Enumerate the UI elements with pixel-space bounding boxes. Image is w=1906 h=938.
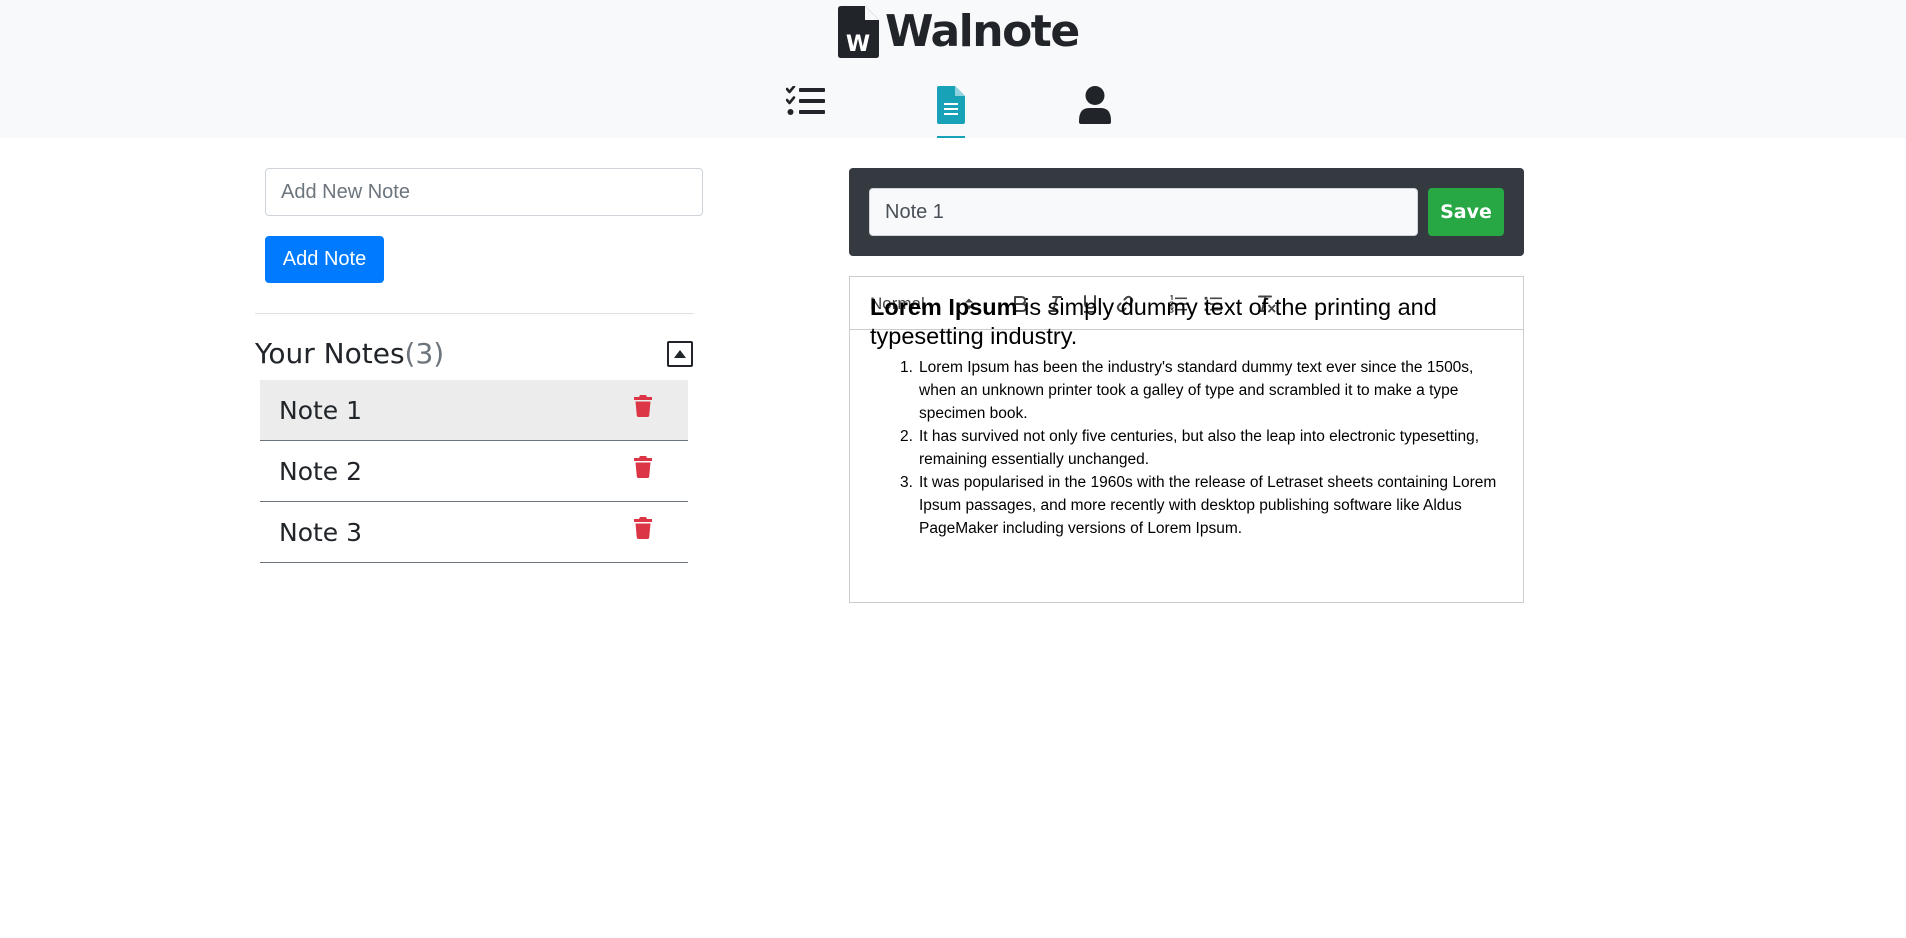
list-item-number: 3. <box>900 474 913 491</box>
list-item-text: It was popularised in the 1960s with the… <box>919 474 1497 537</box>
content-list-item: 3. It was popularised in the 1960s with t… <box>870 471 1505 540</box>
new-note-input[interactable] <box>265 168 703 216</box>
note-title: Note 1 <box>279 395 363 425</box>
notes-list: Note 1 Note 2 Note 3 <box>260 380 688 563</box>
editor-content[interactable]: Lorem Ipsum is simply dummy text of the … <box>870 293 1505 540</box>
delete-note-button[interactable] <box>634 456 652 478</box>
content-lead-paragraph: Lorem Ipsum is simply dummy text of the … <box>870 293 1505 351</box>
content-ordered-list: 1. Lorem Ipsum has been the industry's s… <box>870 356 1505 540</box>
note-list-item[interactable]: Note 1 <box>260 380 688 441</box>
rich-text-editor: Normal Lorem Ipsum is simply dummy text … <box>849 276 1524 603</box>
nav-tasks[interactable] <box>786 86 826 138</box>
divider <box>255 313 694 314</box>
walnote-logo-icon: W <box>838 6 879 58</box>
content-lead-bold: Lorem Ipsum <box>870 294 1018 320</box>
notes-heading-label: Your Notes <box>255 337 405 370</box>
notes-heading: Your Notes(3) <box>255 335 444 373</box>
tasks-list-icon <box>786 86 825 115</box>
collapse-notes-button[interactable] <box>667 341 693 367</box>
save-button[interactable]: Save <box>1428 188 1504 236</box>
trash-icon <box>634 395 652 417</box>
note-list-item[interactable]: Note 2 <box>260 441 688 502</box>
trash-icon <box>634 517 652 539</box>
file-alt-icon <box>937 86 965 124</box>
caret-square-up-icon <box>674 350 686 358</box>
nav-notes[interactable] <box>935 86 967 138</box>
user-icon <box>1079 86 1111 124</box>
note-title-bar: Save <box>849 168 1524 256</box>
list-item-number: 1. <box>900 359 913 376</box>
note-title-input[interactable] <box>869 188 1418 236</box>
app-header: W Walnote <box>0 0 1906 138</box>
list-item-number: 2. <box>900 428 913 445</box>
brand[interactable]: W Walnote <box>838 6 1080 58</box>
list-item-text: Lorem Ipsum has been the industry's stan… <box>919 359 1474 422</box>
delete-note-button[interactable] <box>634 395 652 417</box>
trash-icon <box>634 456 652 478</box>
brand-name: Walnote <box>885 6 1080 57</box>
nav-profile[interactable] <box>1078 86 1112 138</box>
content-list-item: 1. Lorem Ipsum has been the industry's s… <box>870 356 1505 425</box>
note-list-item[interactable]: Note 3 <box>260 502 688 563</box>
notes-count: (3) <box>404 337 445 370</box>
list-item-text: It has survived not only five centuries,… <box>919 428 1480 468</box>
nav-active-indicator <box>937 136 965 138</box>
add-note-button[interactable]: Add Note <box>265 236 384 283</box>
content-list-item: 2. It has survived not only five centuri… <box>870 425 1505 471</box>
note-title: Note 3 <box>279 517 363 547</box>
logo-letter: W <box>846 32 870 57</box>
note-title: Note 2 <box>279 456 363 486</box>
delete-note-button[interactable] <box>634 517 652 539</box>
